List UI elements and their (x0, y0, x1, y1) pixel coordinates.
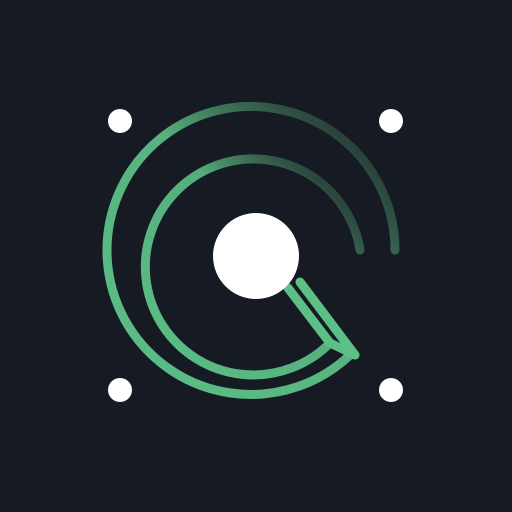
center-dot (213, 213, 299, 299)
radar-logo-icon (102, 101, 403, 402)
corner-dot-bottom-right (379, 378, 403, 402)
app-icon (0, 0, 512, 512)
corner-dot-top-right (379, 109, 403, 133)
corner-dot-top-left (108, 109, 132, 133)
corner-dot-bottom-left (108, 378, 132, 402)
